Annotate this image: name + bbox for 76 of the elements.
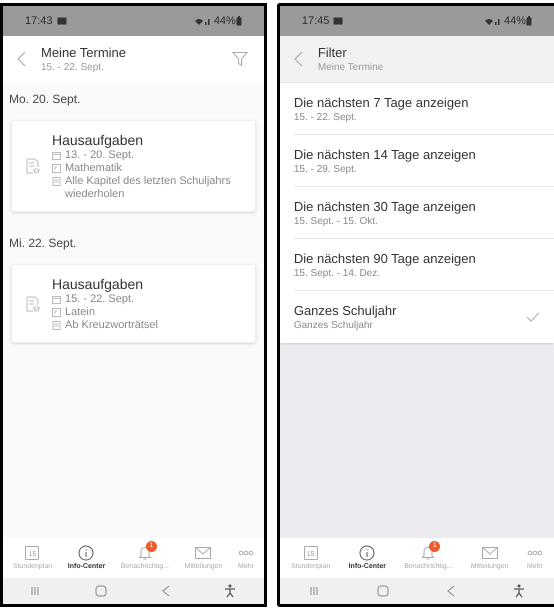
recents-icon bbox=[308, 586, 319, 596]
status-time: 17:45 bbox=[302, 14, 330, 29]
battery-icon bbox=[526, 16, 532, 26]
entry-dates: 13. - 20. Sept. bbox=[65, 149, 134, 162]
entry-dates: 15. - 22. Sept. bbox=[65, 293, 134, 306]
status-time: 17:43 bbox=[25, 14, 53, 29]
option-subtitle: 15. Sept. - 14. Dez. bbox=[294, 266, 382, 280]
more-icon bbox=[238, 550, 254, 556]
entry-note: Alle Kapitel des letzten Schuljahrs wiederholen bbox=[65, 175, 232, 201]
recents-button[interactable] bbox=[308, 586, 319, 596]
accessibility-icon bbox=[224, 584, 236, 598]
appointment-card[interactable]: Hausaufgaben 13. - 20. Sept. Mathematik Alle Kapitel des letzten Schuljahrs wiederholen bbox=[11, 120, 256, 212]
header-title: Filter bbox=[318, 44, 348, 60]
back-nav-button[interactable] bbox=[446, 585, 455, 597]
filter-option[interactable]: Die nächsten 7 Tage anzeigen 15. - 22. Sept. bbox=[294, 83, 554, 135]
entry-note: Ab Kreuzworträtsel bbox=[65, 319, 158, 332]
header-subtitle: 15. - 22. Sept. bbox=[41, 60, 105, 74]
note-icon bbox=[52, 177, 61, 186]
option-title: Die nächsten 7 Tage anzeigen bbox=[294, 94, 470, 110]
signal-icon bbox=[484, 16, 502, 26]
entry-subject: Latein bbox=[65, 306, 95, 319]
calendar-icon bbox=[52, 151, 61, 160]
image-icon bbox=[333, 17, 344, 25]
homework-icon bbox=[26, 158, 40, 174]
accessibility-icon bbox=[512, 584, 525, 598]
entry-title: Hausaufgaben bbox=[52, 275, 144, 293]
calendar-icon bbox=[52, 295, 61, 304]
subject-icon bbox=[52, 308, 61, 317]
back-nav-button[interactable] bbox=[162, 585, 170, 597]
option-subtitle: 15. - 29. Sept. bbox=[294, 162, 358, 176]
battery-level: 44% bbox=[504, 14, 526, 29]
option-subtitle: Ganzes Schuljahr bbox=[294, 319, 374, 332]
battery-icon bbox=[236, 16, 242, 26]
homework-icon bbox=[26, 296, 40, 312]
option-subtitle: 15. Sept. - 15. Okt. bbox=[294, 214, 379, 228]
recents-icon bbox=[30, 586, 40, 596]
more-icon bbox=[526, 550, 543, 556]
recents-button[interactable] bbox=[30, 586, 40, 596]
filter-icon bbox=[232, 51, 248, 67]
filter-option[interactable]: Die nächsten 90 Tage anzeigen 15. Sept. - 14. Dez. bbox=[294, 239, 554, 291]
header-subtitle: Meine Termine bbox=[318, 60, 384, 74]
image-icon bbox=[56, 17, 67, 25]
filter-option[interactable]: Ganzes Schuljahr Ganzes Schuljahr bbox=[294, 291, 554, 343]
envelope-icon bbox=[482, 546, 498, 559]
header-title: Meine Termine bbox=[41, 44, 128, 60]
back-icon bbox=[17, 51, 26, 67]
subject-icon bbox=[52, 164, 61, 173]
note-icon bbox=[52, 321, 61, 330]
day-heading: Mi. 22. Sept. bbox=[8, 235, 78, 252]
appointment-card[interactable]: Hausaufgaben 15. - 22. Sept. Latein Ab Kreuzworträtsel bbox=[11, 264, 256, 343]
option-title: Die nächsten 14 Tage anzeigen bbox=[294, 146, 477, 162]
back-icon bbox=[162, 585, 170, 597]
battery-level: 44% bbox=[214, 14, 236, 29]
envelope-icon bbox=[195, 546, 212, 559]
accessibility-button[interactable] bbox=[224, 584, 236, 598]
filter-option[interactable]: Die nächsten 30 Tage anzeigen 15. Sept. - 15. Okt. bbox=[294, 187, 554, 239]
back-icon bbox=[294, 51, 303, 67]
accessibility-button[interactable] bbox=[512, 584, 525, 598]
back-icon bbox=[446, 585, 455, 597]
home-button[interactable] bbox=[95, 585, 108, 597]
info-icon bbox=[359, 544, 376, 561]
filter-option[interactable]: Die nächsten 14 Tage anzeigen 15. - 29. Sept. bbox=[294, 135, 554, 187]
option-title: Ganzes Schuljahr bbox=[294, 302, 398, 319]
info-icon bbox=[78, 544, 94, 561]
option-title: Die nächsten 30 Tage anzeigen bbox=[294, 198, 477, 214]
signal-icon bbox=[194, 16, 212, 26]
check-icon bbox=[526, 312, 540, 322]
filter-button[interactable] bbox=[232, 50, 248, 68]
entry-title: Hausaufgaben bbox=[52, 131, 144, 149]
entry-subject: Mathematik bbox=[65, 162, 122, 175]
home-icon bbox=[95, 585, 108, 597]
home-icon bbox=[376, 585, 389, 597]
home-button[interactable] bbox=[376, 585, 389, 597]
day-heading: Mo. 20. Sept. bbox=[8, 91, 82, 108]
option-title: Die nächsten 90 Tage anzeigen bbox=[294, 250, 477, 266]
option-subtitle: 15. - 22. Sept. bbox=[294, 110, 358, 124]
